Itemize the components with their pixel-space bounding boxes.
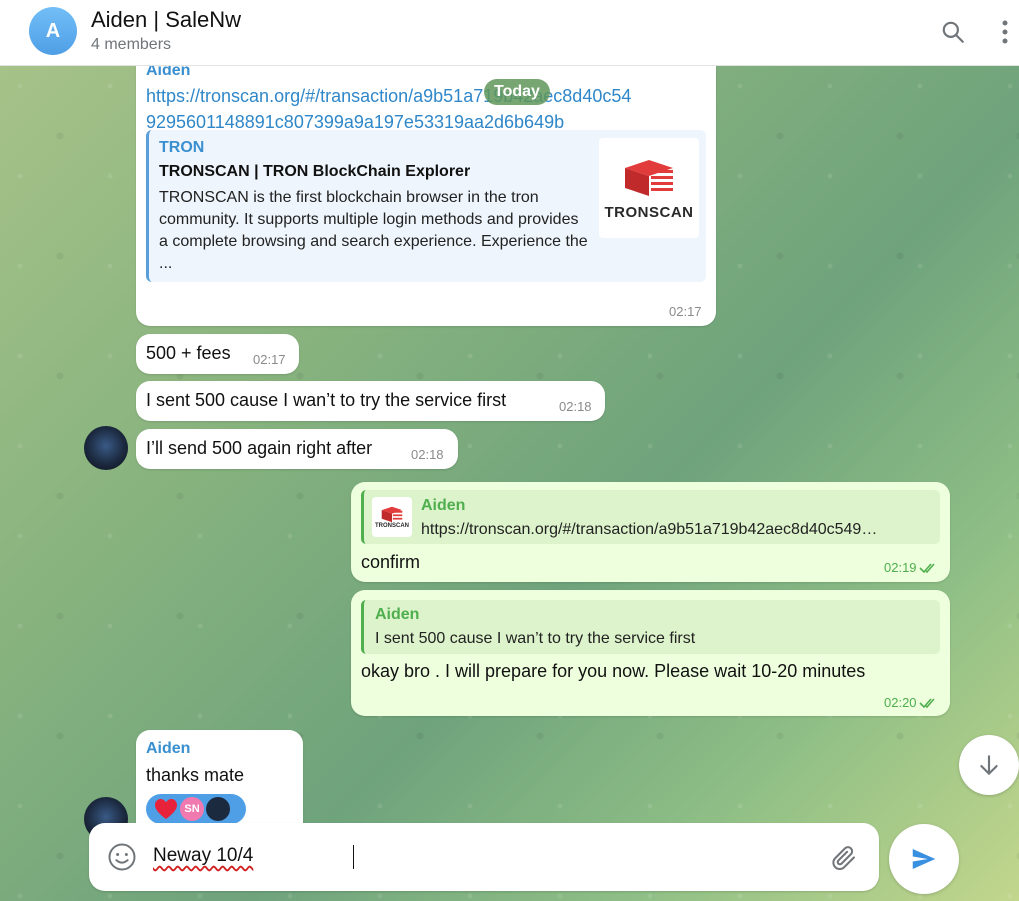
message-time: 02:17 — [669, 304, 702, 319]
paperclip-icon — [832, 846, 855, 870]
message-bubble[interactable]: 500 + fees 02:17 — [136, 334, 299, 374]
sender-avatar[interactable] — [84, 426, 128, 470]
search-icon — [942, 21, 964, 43]
message-text: confirm — [361, 552, 421, 572]
message-time: 02:18 — [559, 399, 592, 414]
member-count: 4 members — [91, 36, 172, 53]
attach-button[interactable] — [829, 843, 859, 873]
message-time-text: 02:20 — [884, 695, 917, 710]
message-time: 02:19 — [884, 560, 939, 575]
reply-quote[interactable]: Aiden I sent 500 cause I wan’t to try th… — [361, 600, 940, 654]
double-check-icon — [918, 562, 935, 573]
send-icon — [912, 849, 936, 869]
send-button[interactable] — [889, 824, 959, 894]
tronscan-logo-icon — [625, 159, 673, 196]
quote-sender: Aiden — [421, 497, 466, 514]
message-text: 500 + fees — [146, 343, 231, 363]
message-text: okay bro . I will prepare for you now. P… — [361, 661, 866, 681]
preview-site-name: TRON — [159, 139, 205, 156]
double-check-icon — [918, 697, 935, 708]
message-text: I sent 500 cause I wan’t to try the serv… — [146, 390, 507, 410]
chat-title[interactable]: Aiden | SaleNw — [91, 7, 241, 33]
thumbnail-label: TRONSCAN — [604, 203, 694, 221]
more-options-button[interactable] — [990, 14, 1019, 50]
message-reactions[interactable]: SN — [146, 794, 246, 824]
transaction-link[interactable]: https://tronscan.org/#/transaction/a9b51… — [146, 86, 631, 132]
message-time-text: 02:19 — [884, 560, 917, 575]
message-time: 02:18 — [411, 447, 444, 462]
search-button[interactable] — [935, 14, 971, 50]
quote-thumb-label: TRONSCAN — [375, 523, 409, 529]
tronscan-logo-icon — [381, 506, 403, 523]
smile-icon — [108, 843, 136, 871]
message-bubble[interactable]: I sent 500 cause I wan’t to try the serv… — [136, 381, 605, 421]
heart-icon — [155, 799, 177, 819]
link-line-2: 9295601148891c807399a9a197e53319aa2d6b64… — [146, 112, 565, 132]
message-text: thanks mate — [146, 765, 245, 785]
preview-description: TRONSCAN is the first blockchain browser… — [159, 189, 588, 272]
date-separator: Today — [484, 79, 550, 105]
message-bubble[interactable]: I’ll send 500 again right after 02:18 — [136, 429, 458, 469]
quote-text: I sent 500 cause I wan’t to try the serv… — [375, 630, 696, 647]
scroll-to-bottom-button[interactable] — [959, 735, 1019, 795]
message-input[interactable]: Neway 10/4 — [153, 845, 253, 867]
group-avatar[interactable]: A — [29, 7, 77, 55]
message-text: I’ll send 500 again right after — [146, 438, 373, 458]
outgoing-message-bubble[interactable]: TRONSCAN Aiden https://tronscan.org/#/tr… — [351, 482, 950, 582]
message-time: 02:20 — [884, 695, 939, 710]
message-composer: Neway 10/4 — [89, 823, 879, 891]
message-sender: Aiden — [146, 740, 191, 757]
text-caret — [353, 845, 354, 869]
outgoing-message-bubble[interactable]: Aiden I sent 500 cause I wan’t to try th… — [351, 590, 950, 716]
message-link-preview[interactable]: Aiden https://tronscan.org/#/transaction… — [136, 52, 716, 326]
message-time: 02:17 — [253, 352, 286, 367]
link-line-1: https://tronscan.org/#/transaction/a9b51… — [146, 86, 632, 106]
arrow-down-icon — [980, 755, 998, 775]
quote-sender: Aiden — [375, 606, 420, 623]
chat-header: A Aiden | SaleNw 4 members — [0, 0, 1019, 66]
reply-quote[interactable]: TRONSCAN Aiden https://tronscan.org/#/tr… — [361, 490, 940, 544]
more-vertical-icon — [1002, 20, 1008, 44]
link-preview-card[interactable]: TRON TRONSCAN | TRON BlockChain Explorer… — [146, 130, 706, 282]
reactor-avatar — [206, 797, 230, 821]
reactor-avatar: SN — [180, 797, 204, 821]
quote-thumbnail: TRONSCAN — [372, 497, 412, 537]
emoji-button[interactable] — [107, 842, 137, 872]
quote-text: https://tronscan.org/#/transaction/a9b51… — [421, 521, 878, 538]
preview-title: TRONSCAN | TRON BlockChain Explorer — [159, 163, 471, 180]
preview-thumbnail: TRONSCAN — [599, 138, 699, 238]
